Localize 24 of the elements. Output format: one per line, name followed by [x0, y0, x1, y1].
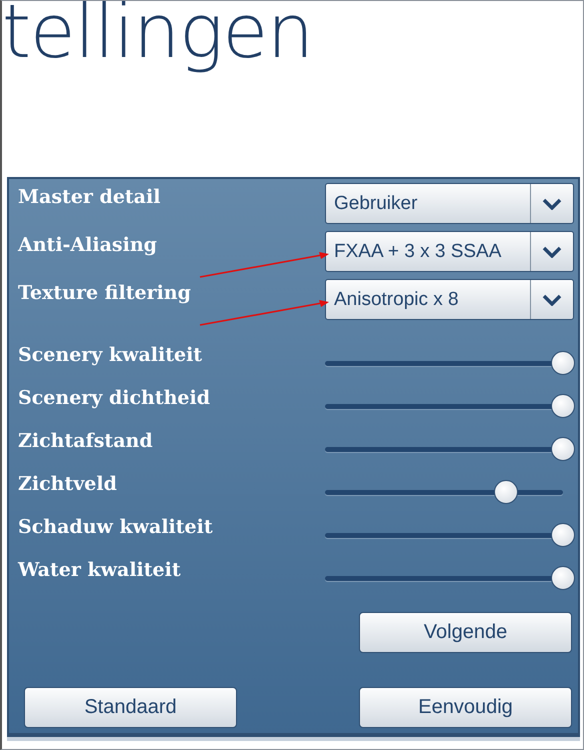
- action-button[interactable]: Standaard: [24, 687, 237, 728]
- slider-thumb[interactable]: [551, 394, 575, 418]
- slider-thumb[interactable]: [551, 523, 575, 547]
- setting-label: Zichtveld: [18, 472, 118, 495]
- setting-label: Scenery kwaliteit: [18, 343, 204, 366]
- slider-thumb[interactable]: [494, 480, 518, 504]
- slider-thumb[interactable]: [551, 351, 575, 375]
- dropdown[interactable]: Gebruiker: [325, 183, 574, 224]
- setting-label: Master detail: [18, 185, 162, 208]
- slider-thumb[interactable]: [551, 437, 575, 461]
- dropdown[interactable]: Anisotropic x 8: [325, 279, 574, 320]
- setting-label: Anti-Aliasing: [18, 233, 158, 256]
- chevron-down-icon: [542, 246, 562, 258]
- next-button[interactable]: Volgende: [359, 612, 572, 653]
- setting-label: Zichtafstand: [18, 429, 154, 452]
- setting-label: Scenery dichtheid: [18, 386, 212, 409]
- chevron-down-icon: [542, 198, 562, 210]
- action-button[interactable]: Eenvoudig: [359, 687, 572, 728]
- setting-label: Schaduw kwaliteit: [18, 515, 214, 538]
- setting-label: Water kwaliteit: [18, 558, 182, 581]
- slider-thumb[interactable]: [551, 566, 575, 590]
- setting-label: Texture filtering: [18, 281, 192, 304]
- chevron-down-icon: [542, 294, 562, 306]
- dropdown[interactable]: FXAA + 3 x 3 SSAA: [325, 231, 574, 272]
